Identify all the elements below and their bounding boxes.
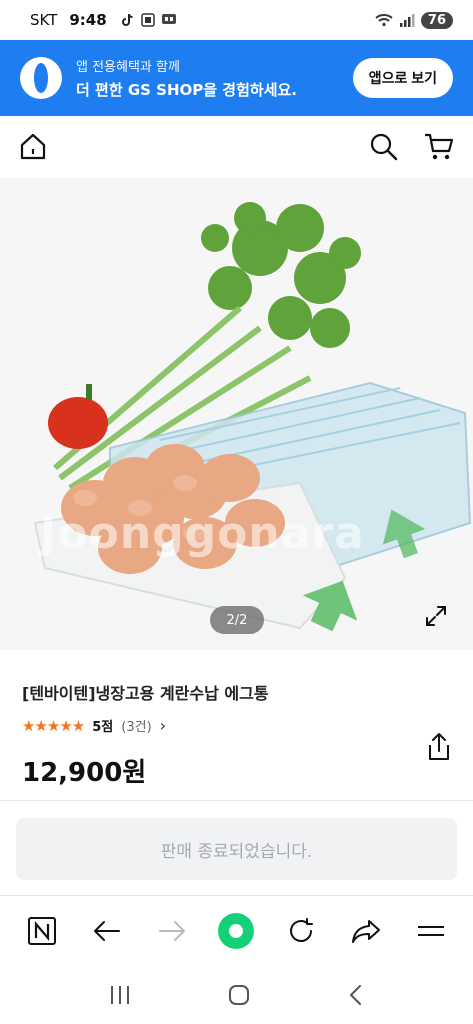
home-button-icon[interactable]	[227, 983, 251, 1007]
product-price: 12,900원	[22, 758, 147, 788]
notification-icons	[121, 13, 177, 27]
home-icon[interactable]	[18, 132, 48, 162]
message-icon	[161, 14, 176, 24]
green-dot-button[interactable]	[216, 911, 256, 951]
status-bar: SKT 9:48 76	[0, 0, 473, 40]
watermark-text: Joonggonara	[40, 508, 365, 559]
signal-icon	[399, 14, 415, 27]
expand-icon[interactable]	[424, 604, 448, 628]
back-nav-icon[interactable]	[346, 983, 366, 1007]
naver-icon	[28, 916, 57, 945]
refresh-button[interactable]	[281, 911, 321, 951]
menu-button[interactable]	[411, 911, 451, 951]
chevron-right-icon: ›	[159, 716, 167, 735]
cart-icon[interactable]	[423, 132, 455, 162]
refresh-icon	[290, 917, 314, 942]
top-nav	[0, 116, 473, 178]
product-title: [텐바이텐]냉장고용 계란수납 에그통	[22, 684, 269, 703]
battery-indicator: 76	[420, 11, 453, 29]
tiktok-icon	[121, 13, 133, 26]
carrier-label: SKT	[30, 11, 58, 29]
rating-row[interactable]: ★★★★★ 5점 (3건) ›	[22, 716, 166, 735]
search-icon[interactable]	[369, 132, 399, 162]
forward-button[interactable]	[152, 911, 192, 951]
share-icon[interactable]	[426, 732, 452, 762]
time-label: 9:48	[69, 11, 107, 29]
share-arrow-icon	[351, 919, 380, 943]
recents-icon[interactable]	[108, 984, 132, 1006]
naver-button[interactable]	[22, 911, 62, 951]
gs-shop-logo	[20, 57, 62, 99]
record-icon	[218, 912, 255, 949]
product-image[interactable]: Joonggonara	[0, 178, 473, 650]
browser-toolbar	[0, 895, 473, 965]
back-icon	[94, 920, 121, 941]
forward-icon	[158, 920, 185, 941]
banner-subtitle: 앱 전용혜택과 함께	[76, 60, 180, 75]
wifi-icon	[375, 14, 393, 27]
menu-icon	[417, 925, 444, 936]
rating-score: 5점	[92, 720, 114, 735]
egg-container-photo	[33, 202, 472, 632]
app-promo-banner[interactable]: 앱 전용혜택과 함께 더 편한 GS SHOP을 경험하세요. 앱으로 보기	[0, 40, 473, 116]
sold-out-notice: 판매 종료되었습니다.	[16, 818, 457, 880]
open-app-button[interactable]: 앱으로 보기	[352, 58, 453, 98]
image-page-indicator: 2/2	[210, 606, 264, 634]
banner-title: 더 편한 GS SHOP을 경험하세요.	[76, 81, 298, 99]
back-button[interactable]	[87, 911, 127, 951]
section-divider	[0, 800, 473, 801]
system-nav-bar	[0, 965, 473, 1024]
screenshot-icon	[140, 13, 155, 27]
share-page-button[interactable]	[346, 911, 386, 951]
rating-stars: ★★★★★	[22, 716, 85, 735]
review-count: (3건)	[121, 720, 152, 735]
